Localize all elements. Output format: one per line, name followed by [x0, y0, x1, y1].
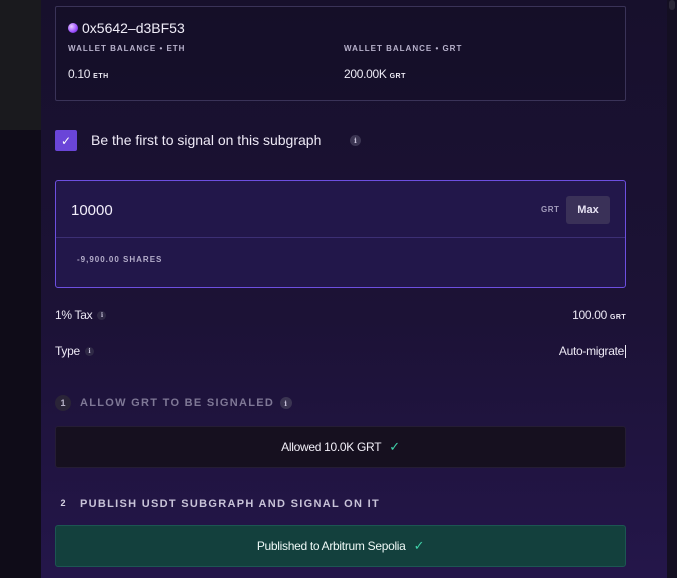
grt-balance-unit: GRT	[389, 73, 406, 80]
grt-balance-value: 200.00K	[344, 67, 387, 81]
tax-value-amount: 100.00	[572, 308, 608, 322]
wallet-address-text: 0x5642–d3BF53	[82, 20, 185, 36]
check-icon: ✓	[413, 538, 425, 553]
signal-amount-input[interactable]	[71, 202, 371, 219]
info-icon[interactable]: i	[97, 310, 107, 320]
info-icon[interactable]: i	[84, 346, 94, 356]
step-1-status-text: Allowed 10.0K GRT	[281, 440, 382, 454]
step-2-title-text: PUBLISH USDT SUBGRAPH AND SIGNAL ON IT	[80, 498, 380, 510]
divider	[56, 237, 625, 238]
signal-amount-box: GRT Max -9,900.00 SHARES	[55, 180, 626, 288]
type-value-text: Auto-migrate	[558, 344, 624, 358]
eth-balance-unit: ETH	[93, 73, 109, 80]
info-icon[interactable]: i	[350, 135, 361, 146]
type-value[interactable]: Auto-migrate	[558, 344, 626, 359]
step-2-title: PUBLISH USDT SUBGRAPH AND SIGNAL ON IT	[80, 498, 380, 510]
grt-balance: 200.00K GRT	[344, 67, 406, 81]
max-button[interactable]: Max	[566, 196, 610, 224]
grt-balance-label: WALLET BALANCE • GRT	[344, 44, 463, 53]
tax-value: 100.00 GRT	[572, 308, 626, 322]
left-gutter-panel	[0, 0, 41, 130]
tax-label: 1% Tax i	[55, 308, 107, 322]
checkmark-icon: ✓	[60, 133, 72, 148]
check-icon: ✓	[389, 439, 400, 454]
scrollbar[interactable]	[667, 0, 677, 578]
step-1-number: 1	[55, 395, 71, 411]
wallet-avatar-icon	[68, 23, 78, 33]
signal-first-checkbox[interactable]: ✓	[55, 130, 77, 151]
step-1-title-text: ALLOW GRT TO BE SIGNALED	[80, 397, 275, 409]
text-cursor	[625, 345, 626, 359]
signal-first-label[interactable]: Be the first to signal on this subgraph	[91, 132, 321, 148]
scrollbar-thumb[interactable]	[669, 0, 675, 10]
tax-label-text: 1% Tax	[55, 308, 93, 322]
step-1-status: Allowed 10.0K GRT ✓	[55, 426, 626, 468]
wallet-card: 0x5642–d3BF53 WALLET BALANCE • ETH 0.10 E…	[55, 6, 626, 101]
eth-balance: 0.10 ETH	[68, 67, 109, 81]
tax-value-unit: GRT	[610, 314, 626, 321]
left-gutter	[0, 0, 41, 578]
type-label-text: Type	[55, 344, 80, 358]
step-2-number: 2	[60, 498, 66, 508]
step-2-status-text: Published to Arbitrum Sepolia	[256, 539, 406, 553]
eth-balance-label: WALLET BALANCE • ETH	[68, 44, 186, 53]
shares-estimate: -9,900.00 SHARES	[77, 255, 163, 264]
amount-unit: GRT	[541, 205, 560, 214]
step-1-title: ALLOW GRT TO BE SIGNALED i	[80, 397, 293, 409]
step-2-status: Published to Arbitrum Sepolia ✓	[55, 525, 626, 567]
info-icon[interactable]: i	[280, 397, 293, 409]
eth-balance-value: 0.10	[68, 67, 91, 81]
type-label: Type i	[55, 344, 94, 358]
wallet-address: 0x5642–d3BF53	[68, 20, 185, 36]
